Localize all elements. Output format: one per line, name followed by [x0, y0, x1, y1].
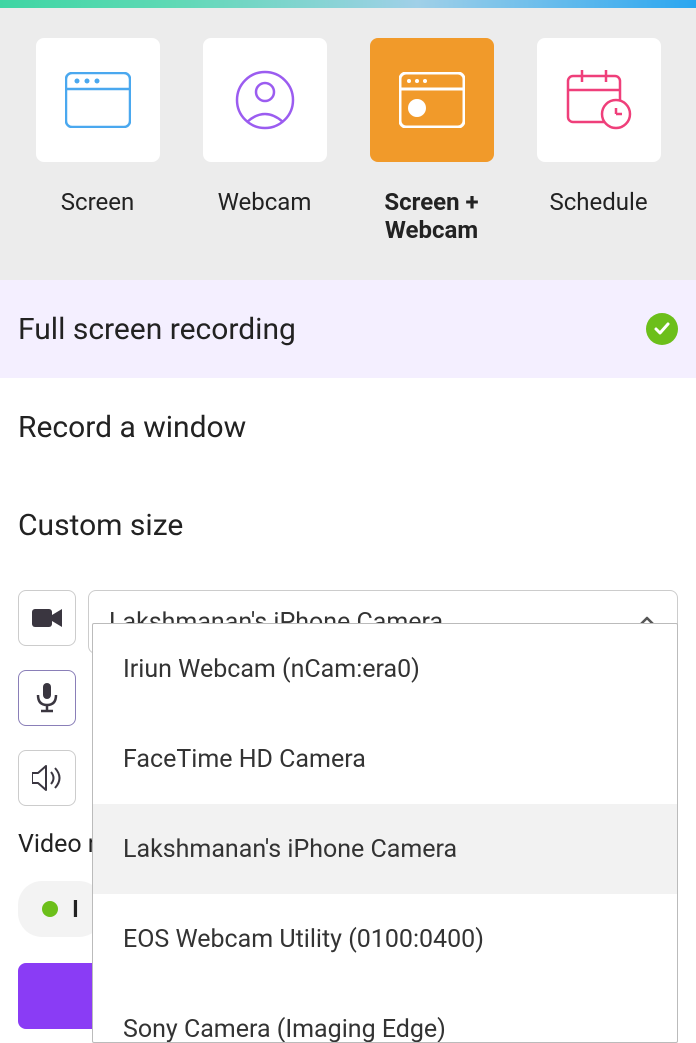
status-dot-icon: [42, 901, 58, 917]
option-record-window-label: Record a window: [18, 410, 246, 445]
camera-option-0-label: Iriun Webcam (nCam:era0): [123, 655, 420, 684]
tab-webcam-label: Webcam: [218, 188, 312, 216]
internal-audio-pill[interactable]: I: [18, 881, 103, 937]
tab-screen-webcam[interactable]: Screen + Webcam: [348, 38, 515, 244]
webcam-icon: [235, 70, 295, 130]
tab-screen[interactable]: Screen: [14, 38, 181, 244]
speaker-icon: [32, 765, 62, 791]
top-gradient-bar: [0, 0, 696, 8]
screen-icon: [65, 72, 131, 128]
option-full-screen[interactable]: Full screen recording: [0, 280, 696, 378]
screen-webcam-icon-box: [370, 38, 494, 162]
camera-icon: [32, 607, 62, 629]
camera-dropdown: Iriun Webcam (nCam:era0) FaceTime HD Cam…: [92, 623, 678, 1043]
tab-webcam[interactable]: Webcam: [181, 38, 348, 244]
webcam-icon-box: [203, 38, 327, 162]
option-full-screen-label: Full screen recording: [18, 312, 296, 347]
tab-screen-webcam-label: Screen + Webcam: [348, 188, 515, 244]
schedule-icon: [566, 70, 632, 130]
camera-option-2[interactable]: Lakshmanan's iPhone Camera: [93, 804, 677, 894]
camera-option-2-label: Lakshmanan's iPhone Camera: [123, 835, 457, 864]
camera-option-4[interactable]: Sony Camera (Imaging Edge): [93, 984, 677, 1043]
check-icon: [646, 313, 678, 345]
camera-option-3[interactable]: EOS Webcam Utility (0100:0400): [93, 894, 677, 984]
screen-icon-box: [36, 38, 160, 162]
camera-option-0[interactable]: Iriun Webcam (nCam:era0): [93, 624, 677, 714]
camera-option-3-label: EOS Webcam Utility (0100:0400): [123, 925, 484, 954]
option-custom-size-label: Custom size: [18, 508, 183, 543]
tab-schedule[interactable]: Schedule: [515, 38, 682, 244]
camera-toggle-button[interactable]: [18, 590, 76, 646]
speaker-toggle-button[interactable]: [18, 750, 76, 806]
schedule-icon-box: [537, 38, 661, 162]
mic-toggle-button[interactable]: [18, 670, 76, 726]
internal-pill-label: I: [72, 895, 79, 923]
tab-schedule-label: Schedule: [549, 188, 647, 216]
camera-option-4-label: Sony Camera (Imaging Edge): [123, 1015, 446, 1043]
mode-tabs: Screen Webcam Screen + Webcam: [0, 8, 696, 280]
option-record-window[interactable]: Record a window: [0, 378, 696, 476]
option-custom-size[interactable]: Custom size: [0, 476, 696, 574]
camera-option-1[interactable]: FaceTime HD Camera: [93, 714, 677, 804]
camera-option-1-label: FaceTime HD Camera: [123, 745, 366, 774]
tab-screen-label: Screen: [61, 188, 134, 216]
microphone-icon: [36, 683, 58, 713]
screen-webcam-icon: [399, 72, 465, 128]
